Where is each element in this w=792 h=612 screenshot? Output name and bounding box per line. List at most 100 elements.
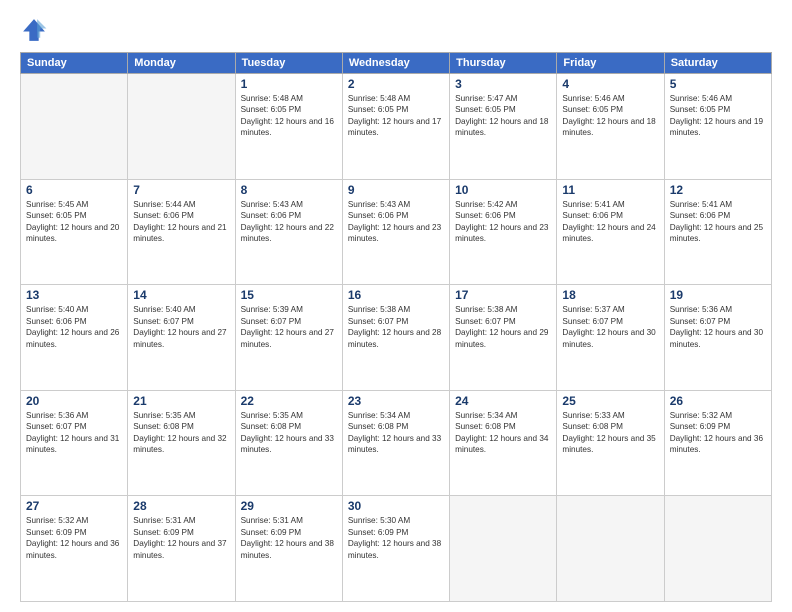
day-info: Sunrise: 5:45 AM Sunset: 6:05 PM Dayligh… <box>26 199 122 245</box>
day-info: Sunrise: 5:48 AM Sunset: 6:05 PM Dayligh… <box>241 93 337 139</box>
day-info: Sunrise: 5:44 AM Sunset: 6:06 PM Dayligh… <box>133 199 229 245</box>
calendar-day-cell: 28 Sunrise: 5:31 AM Sunset: 6:09 PM Dayli… <box>128 496 235 602</box>
calendar-day-cell: 25 Sunrise: 5:33 AM Sunset: 6:08 PM Dayli… <box>557 390 664 496</box>
day-number: 17 <box>455 288 551 302</box>
calendar-day-cell: 20 Sunrise: 5:36 AM Sunset: 6:07 PM Dayli… <box>21 390 128 496</box>
calendar-day-cell: 21 Sunrise: 5:35 AM Sunset: 6:08 PM Dayli… <box>128 390 235 496</box>
calendar-day-cell: 26 Sunrise: 5:32 AM Sunset: 6:09 PM Dayli… <box>664 390 771 496</box>
logo <box>20 16 52 44</box>
day-info: Sunrise: 5:43 AM Sunset: 6:06 PM Dayligh… <box>348 199 444 245</box>
day-number: 30 <box>348 499 444 513</box>
day-number: 20 <box>26 394 122 408</box>
calendar-day-cell: 29 Sunrise: 5:31 AM Sunset: 6:09 PM Dayli… <box>235 496 342 602</box>
day-number: 25 <box>562 394 658 408</box>
day-info: Sunrise: 5:36 AM Sunset: 6:07 PM Dayligh… <box>670 304 766 350</box>
calendar-day-cell: 4 Sunrise: 5:46 AM Sunset: 6:05 PM Daylig… <box>557 74 664 180</box>
day-number: 22 <box>241 394 337 408</box>
weekday-header: Monday <box>128 53 235 74</box>
day-number: 24 <box>455 394 551 408</box>
calendar-day-cell <box>21 74 128 180</box>
day-number: 29 <box>241 499 337 513</box>
calendar-week-row: 6 Sunrise: 5:45 AM Sunset: 6:05 PM Daylig… <box>21 179 772 285</box>
calendar-day-cell: 16Sunrise: 5:38 AM Sunset: 6:07 PM Dayli… <box>342 285 449 391</box>
calendar-day-cell: 19 Sunrise: 5:36 AM Sunset: 6:07 PM Dayli… <box>664 285 771 391</box>
day-info: Sunrise: 5:33 AM Sunset: 6:08 PM Dayligh… <box>562 410 658 456</box>
calendar-table: SundayMondayTuesdayWednesdayThursdayFrid… <box>20 52 772 602</box>
day-number: 23 <box>348 394 444 408</box>
calendar-day-cell: 5Sunrise: 5:46 AM Sunset: 6:05 PM Daylig… <box>664 74 771 180</box>
day-number: 28 <box>133 499 229 513</box>
day-info: Sunrise: 5:46 AM Sunset: 6:05 PM Dayligh… <box>562 93 658 139</box>
day-number: 15 <box>241 288 337 302</box>
calendar-day-cell: 30 Sunrise: 5:30 AM Sunset: 6:09 PM Dayli… <box>342 496 449 602</box>
weekday-header: Sunday <box>21 53 128 74</box>
day-number: 10 <box>455 183 551 197</box>
weekday-header: Wednesday <box>342 53 449 74</box>
day-number: 8 <box>241 183 337 197</box>
day-info: Sunrise: 5:39 AM Sunset: 6:07 PM Dayligh… <box>241 304 337 350</box>
day-info: Sunrise: 5:41 AM Sunset: 6:06 PM Dayligh… <box>562 199 658 245</box>
day-info: Sunrise: 5:32 AM Sunset: 6:09 PM Dayligh… <box>670 410 766 456</box>
calendar-day-cell: 7Sunrise: 5:44 AM Sunset: 6:06 PM Daylig… <box>128 179 235 285</box>
day-number: 13 <box>26 288 122 302</box>
calendar-week-row: 20 Sunrise: 5:36 AM Sunset: 6:07 PM Dayli… <box>21 390 772 496</box>
day-info: Sunrise: 5:42 AM Sunset: 6:06 PM Dayligh… <box>455 199 551 245</box>
weekday-header: Saturday <box>664 53 771 74</box>
calendar-day-cell: 2Sunrise: 5:48 AM Sunset: 6:05 PM Daylig… <box>342 74 449 180</box>
day-number: 9 <box>348 183 444 197</box>
day-number: 19 <box>670 288 766 302</box>
calendar-day-cell: 27 Sunrise: 5:32 AM Sunset: 6:09 PM Dayli… <box>21 496 128 602</box>
day-info: Sunrise: 5:38 AM Sunset: 6:07 PM Dayligh… <box>455 304 551 350</box>
calendar-day-cell <box>664 496 771 602</box>
day-info: Sunrise: 5:31 AM Sunset: 6:09 PM Dayligh… <box>241 515 337 561</box>
day-number: 5 <box>670 77 766 91</box>
day-info: Sunrise: 5:43 AM Sunset: 6:06 PM Dayligh… <box>241 199 337 245</box>
logo-icon <box>20 16 48 44</box>
day-info: Sunrise: 5:34 AM Sunset: 6:08 PM Dayligh… <box>455 410 551 456</box>
day-number: 11 <box>562 183 658 197</box>
day-number: 18 <box>562 288 658 302</box>
weekday-header: Thursday <box>450 53 557 74</box>
calendar-day-cell <box>128 74 235 180</box>
day-number: 3 <box>455 77 551 91</box>
calendar-week-row: 27 Sunrise: 5:32 AM Sunset: 6:09 PM Dayli… <box>21 496 772 602</box>
day-info: Sunrise: 5:48 AM Sunset: 6:05 PM Dayligh… <box>348 93 444 139</box>
calendar-day-cell: 18 Sunrise: 5:37 AM Sunset: 6:07 PM Dayli… <box>557 285 664 391</box>
weekday-header: Friday <box>557 53 664 74</box>
day-number: 27 <box>26 499 122 513</box>
day-number: 6 <box>26 183 122 197</box>
day-info: Sunrise: 5:34 AM Sunset: 6:08 PM Dayligh… <box>348 410 444 456</box>
calendar-day-cell: 15 Sunrise: 5:39 AM Sunset: 6:07 PM Dayli… <box>235 285 342 391</box>
calendar-day-cell <box>450 496 557 602</box>
calendar-body: 1Sunrise: 5:48 AM Sunset: 6:05 PM Daylig… <box>21 74 772 602</box>
day-info: Sunrise: 5:37 AM Sunset: 6:07 PM Dayligh… <box>562 304 658 350</box>
calendar-day-cell: 23 Sunrise: 5:34 AM Sunset: 6:08 PM Dayli… <box>342 390 449 496</box>
calendar-day-cell: 17 Sunrise: 5:38 AM Sunset: 6:07 PM Dayli… <box>450 285 557 391</box>
day-info: Sunrise: 5:36 AM Sunset: 6:07 PM Dayligh… <box>26 410 122 456</box>
calendar-day-cell: 6 Sunrise: 5:45 AM Sunset: 6:05 PM Daylig… <box>21 179 128 285</box>
calendar-day-cell: 12Sunrise: 5:41 AM Sunset: 6:06 PM Dayli… <box>664 179 771 285</box>
calendar-day-cell: 9 Sunrise: 5:43 AM Sunset: 6:06 PM Daylig… <box>342 179 449 285</box>
day-info: Sunrise: 5:32 AM Sunset: 6:09 PM Dayligh… <box>26 515 122 561</box>
day-number: 21 <box>133 394 229 408</box>
day-number: 4 <box>562 77 658 91</box>
day-number: 14 <box>133 288 229 302</box>
day-info: Sunrise: 5:31 AM Sunset: 6:09 PM Dayligh… <box>133 515 229 561</box>
calendar-day-cell: 10 Sunrise: 5:42 AM Sunset: 6:06 PM Dayli… <box>450 179 557 285</box>
header <box>20 16 772 44</box>
calendar-header-row: SundayMondayTuesdayWednesdayThursdayFrid… <box>21 53 772 74</box>
day-number: 26 <box>670 394 766 408</box>
page: SundayMondayTuesdayWednesdayThursdayFrid… <box>0 0 792 612</box>
weekday-header: Tuesday <box>235 53 342 74</box>
day-info: Sunrise: 5:30 AM Sunset: 6:09 PM Dayligh… <box>348 515 444 561</box>
calendar-day-cell: 13 Sunrise: 5:40 AM Sunset: 6:06 PM Dayli… <box>21 285 128 391</box>
calendar-week-row: 13 Sunrise: 5:40 AM Sunset: 6:06 PM Dayli… <box>21 285 772 391</box>
day-info: Sunrise: 5:40 AM Sunset: 6:06 PM Dayligh… <box>26 304 122 350</box>
day-info: Sunrise: 5:47 AM Sunset: 6:05 PM Dayligh… <box>455 93 551 139</box>
day-info: Sunrise: 5:35 AM Sunset: 6:08 PM Dayligh… <box>133 410 229 456</box>
calendar-day-cell: 11 Sunrise: 5:41 AM Sunset: 6:06 PM Dayli… <box>557 179 664 285</box>
day-info: Sunrise: 5:40 AM Sunset: 6:07 PM Dayligh… <box>133 304 229 350</box>
day-info: Sunrise: 5:38 AM Sunset: 6:07 PM Dayligh… <box>348 304 444 350</box>
calendar-day-cell <box>557 496 664 602</box>
day-info: Sunrise: 5:41 AM Sunset: 6:06 PM Dayligh… <box>670 199 766 245</box>
